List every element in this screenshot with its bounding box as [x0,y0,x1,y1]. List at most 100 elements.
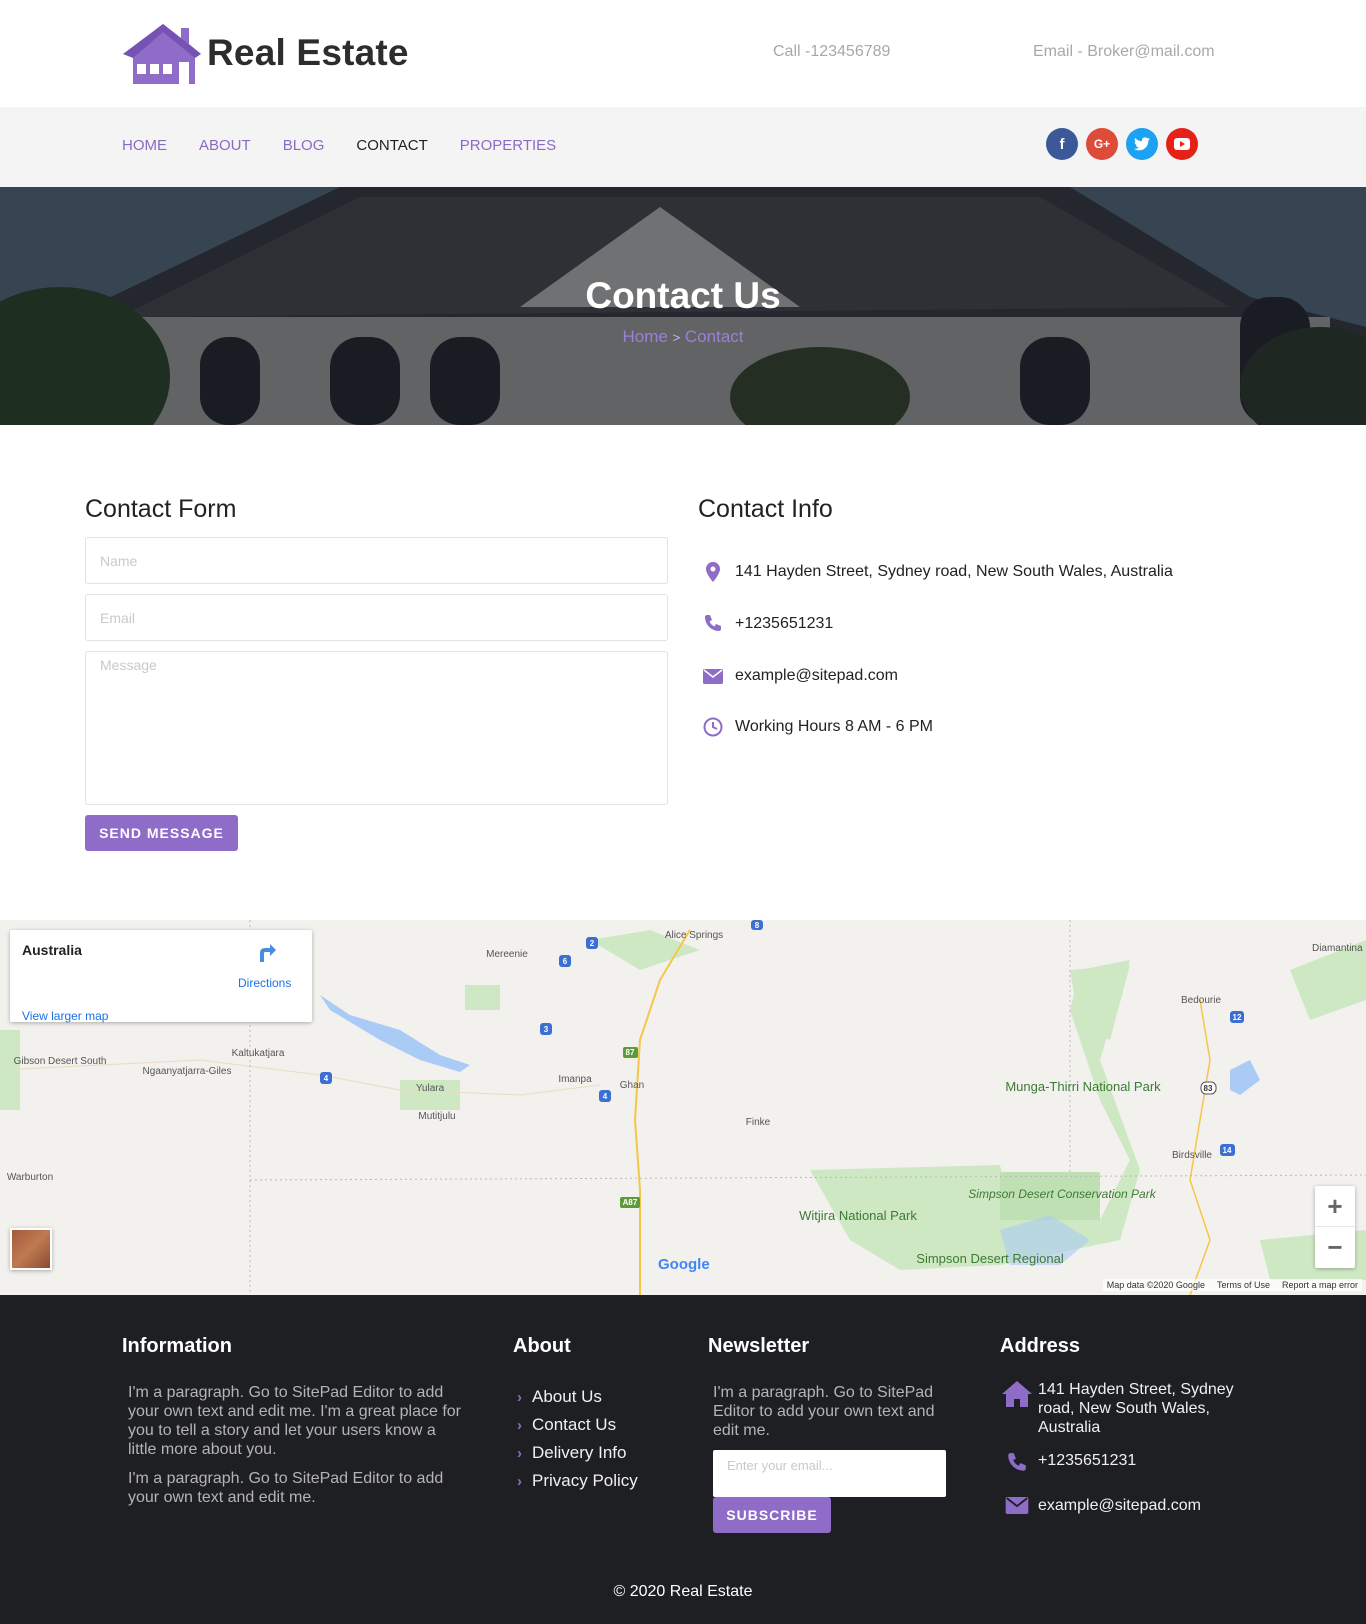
chevron-right-icon: › [517,1416,522,1434]
map-label: Ghan [620,1080,644,1091]
contact-address: 141 Hayden Street, Sydney road, New Sout… [703,562,1173,582]
map-label: Simpson Desert Conservation Park [968,1187,1156,1201]
map-data-credit: Map data ©2020 Google [1106,1280,1205,1290]
map-shield: 6 [563,957,568,966]
google-logo: Google [658,1256,710,1273]
nav-menu: HOME ABOUT BLOG CONTACT PROPERTIES [122,137,588,154]
breadcrumb-home[interactable]: Home [622,327,667,346]
contact-address-text: 141 Hayden Street, Sydney road, New Sout… [735,563,1173,580]
phone-icon [1000,1452,1034,1474]
footer-link-contact-us[interactable]: › Contact Us [517,1411,638,1439]
footer-link-label: Privacy Policy [532,1471,638,1490]
footer-about-title: About [513,1335,571,1357]
contact-hours-text: Working Hours 8 AM - 6 PM [735,718,933,735]
page-hero: Contact Us Home > Contact [0,187,1366,425]
nav-about[interactable]: ABOUT [199,137,251,154]
map-shield: 3 [544,1025,549,1034]
map-label: Gibson Desert South [14,1056,107,1067]
top-header: Real Estate Call -123456789 Email - Brok… [0,0,1366,107]
footer-link-label: Delivery Info [532,1443,627,1462]
nav-home[interactable]: HOME [122,137,167,154]
zoom-out-button[interactable]: − [1315,1227,1355,1268]
site-footer: Information I'm a paragraph. Go to SiteP… [0,1295,1366,1624]
map-shield: 14 [1223,1146,1232,1155]
footer-phone: +1235651231 [1000,1452,1136,1474]
contact-phone: +1235651231 [703,614,833,634]
map-label: Imanpa [558,1074,592,1085]
footer-link-about-us[interactable]: › About Us [517,1383,638,1411]
footer-newsletter-title: Newsletter [708,1335,810,1357]
map-place-name: Australia [22,942,82,958]
facebook-icon[interactable]: f [1046,128,1078,160]
nav-properties[interactable]: PROPERTIES [460,137,556,154]
map-terms-link[interactable]: Terms of Use [1217,1280,1270,1290]
chevron-right-icon: › [517,1472,522,1490]
page-title: Contact Us [585,275,781,316]
social-links: f G+ [1046,128,1198,160]
map-attribution: Map data ©2020 Google Terms of Use Repor… [1102,1279,1362,1291]
contact-hours: Working Hours 8 AM - 6 PM [703,717,933,737]
youtube-icon[interactable] [1166,128,1198,160]
send-message-button[interactable]: SEND MESSAGE [85,815,238,851]
footer-phone-text: +1235651231 [1038,1452,1137,1469]
footer-newsletter-text: I'm a paragraph. Go to SitePad Editor to… [713,1384,935,1439]
contact-form-title: Contact Form [85,495,237,523]
breadcrumb: Home > Contact [0,327,1366,347]
newsletter-email-input[interactable] [713,1450,946,1497]
phone-icon [703,614,723,634]
map-pin-icon [703,562,723,582]
nav-contact[interactable]: CONTACT [356,137,427,154]
footer-address-text: 141 Hayden Street, Sydney road, New Sout… [1038,1381,1234,1436]
map-zoom-controls: + − [1315,1186,1355,1268]
map-label: Diamantina Lakes [1312,943,1366,954]
message-field[interactable] [85,651,668,805]
embedded-map[interactable]: 2 6 3 4 4 87 A87 8 12 83 14 Alice Spring… [0,920,1366,1295]
footer-link-privacy-policy[interactable]: › Privacy Policy [517,1467,638,1495]
footer-information-text: I'm a paragraph. Go to SitePad Editor to… [128,1384,461,1458]
directions-icon[interactable] [255,942,277,964]
breadcrumb-separator: > [672,330,681,345]
map-label: Alice Springs [665,930,723,941]
twitter-icon[interactable] [1126,128,1158,160]
name-field[interactable] [85,537,668,584]
map-shield: 83 [1204,1084,1213,1093]
map-shield: 8 [755,921,760,930]
header-phone: Call -123456789 [773,43,891,60]
nav-blog[interactable]: BLOG [283,137,325,154]
contact-email-text[interactable]: example@sitepad.com [735,667,898,685]
map-label: Mereenie [486,949,528,960]
subscribe-button[interactable]: SUBSCRIBE [713,1497,831,1533]
footer-link-label: About Us [532,1387,602,1406]
email-field[interactable] [85,594,668,641]
footer-address-title: Address [1000,1335,1081,1357]
map-report-link[interactable]: Report a map error [1282,1280,1358,1290]
envelope-icon [1000,1497,1034,1514]
map-label: Ngaanyatjarra-Giles [143,1066,232,1077]
google-plus-icon[interactable]: G+ [1086,128,1118,160]
contact-info-title: Contact Info [698,495,833,523]
map-shield: 4 [603,1092,608,1101]
zoom-in-button[interactable]: + [1315,1186,1355,1227]
map-shield: 2 [590,939,595,948]
map-label: Birdsville [1172,1150,1212,1161]
directions-link[interactable]: Directions [238,976,291,990]
map-label: Munga-Thirri National Park [1005,1079,1161,1094]
map-label: Finke [746,1117,771,1128]
brand-logo[interactable]: Real Estate [123,20,409,86]
header-email: Email - Broker@mail.com [1033,43,1215,60]
satellite-toggle-button[interactable] [10,1228,52,1270]
house-logo-icon [123,24,201,84]
clock-icon [703,717,723,737]
map-label: Kaltukatjara [232,1048,285,1059]
chevron-right-icon: › [517,1388,522,1406]
footer-link-delivery-info[interactable]: › Delivery Info [517,1439,638,1467]
contact-email: example@sitepad.com [703,666,898,686]
view-larger-map-link[interactable]: View larger map [22,1009,108,1023]
envelope-icon [703,666,723,686]
map-place-card: Australia Directions View larger map [10,930,312,1023]
footer-email-text[interactable]: example@sitepad.com [1038,1497,1201,1515]
main-navigation: HOME ABOUT BLOG CONTACT PROPERTIES f G+ [0,107,1366,187]
map-label: Simpson Desert Regional [916,1251,1064,1266]
map-label: Witjira National Park [799,1208,917,1223]
brand-name: Real Estate [207,32,409,73]
